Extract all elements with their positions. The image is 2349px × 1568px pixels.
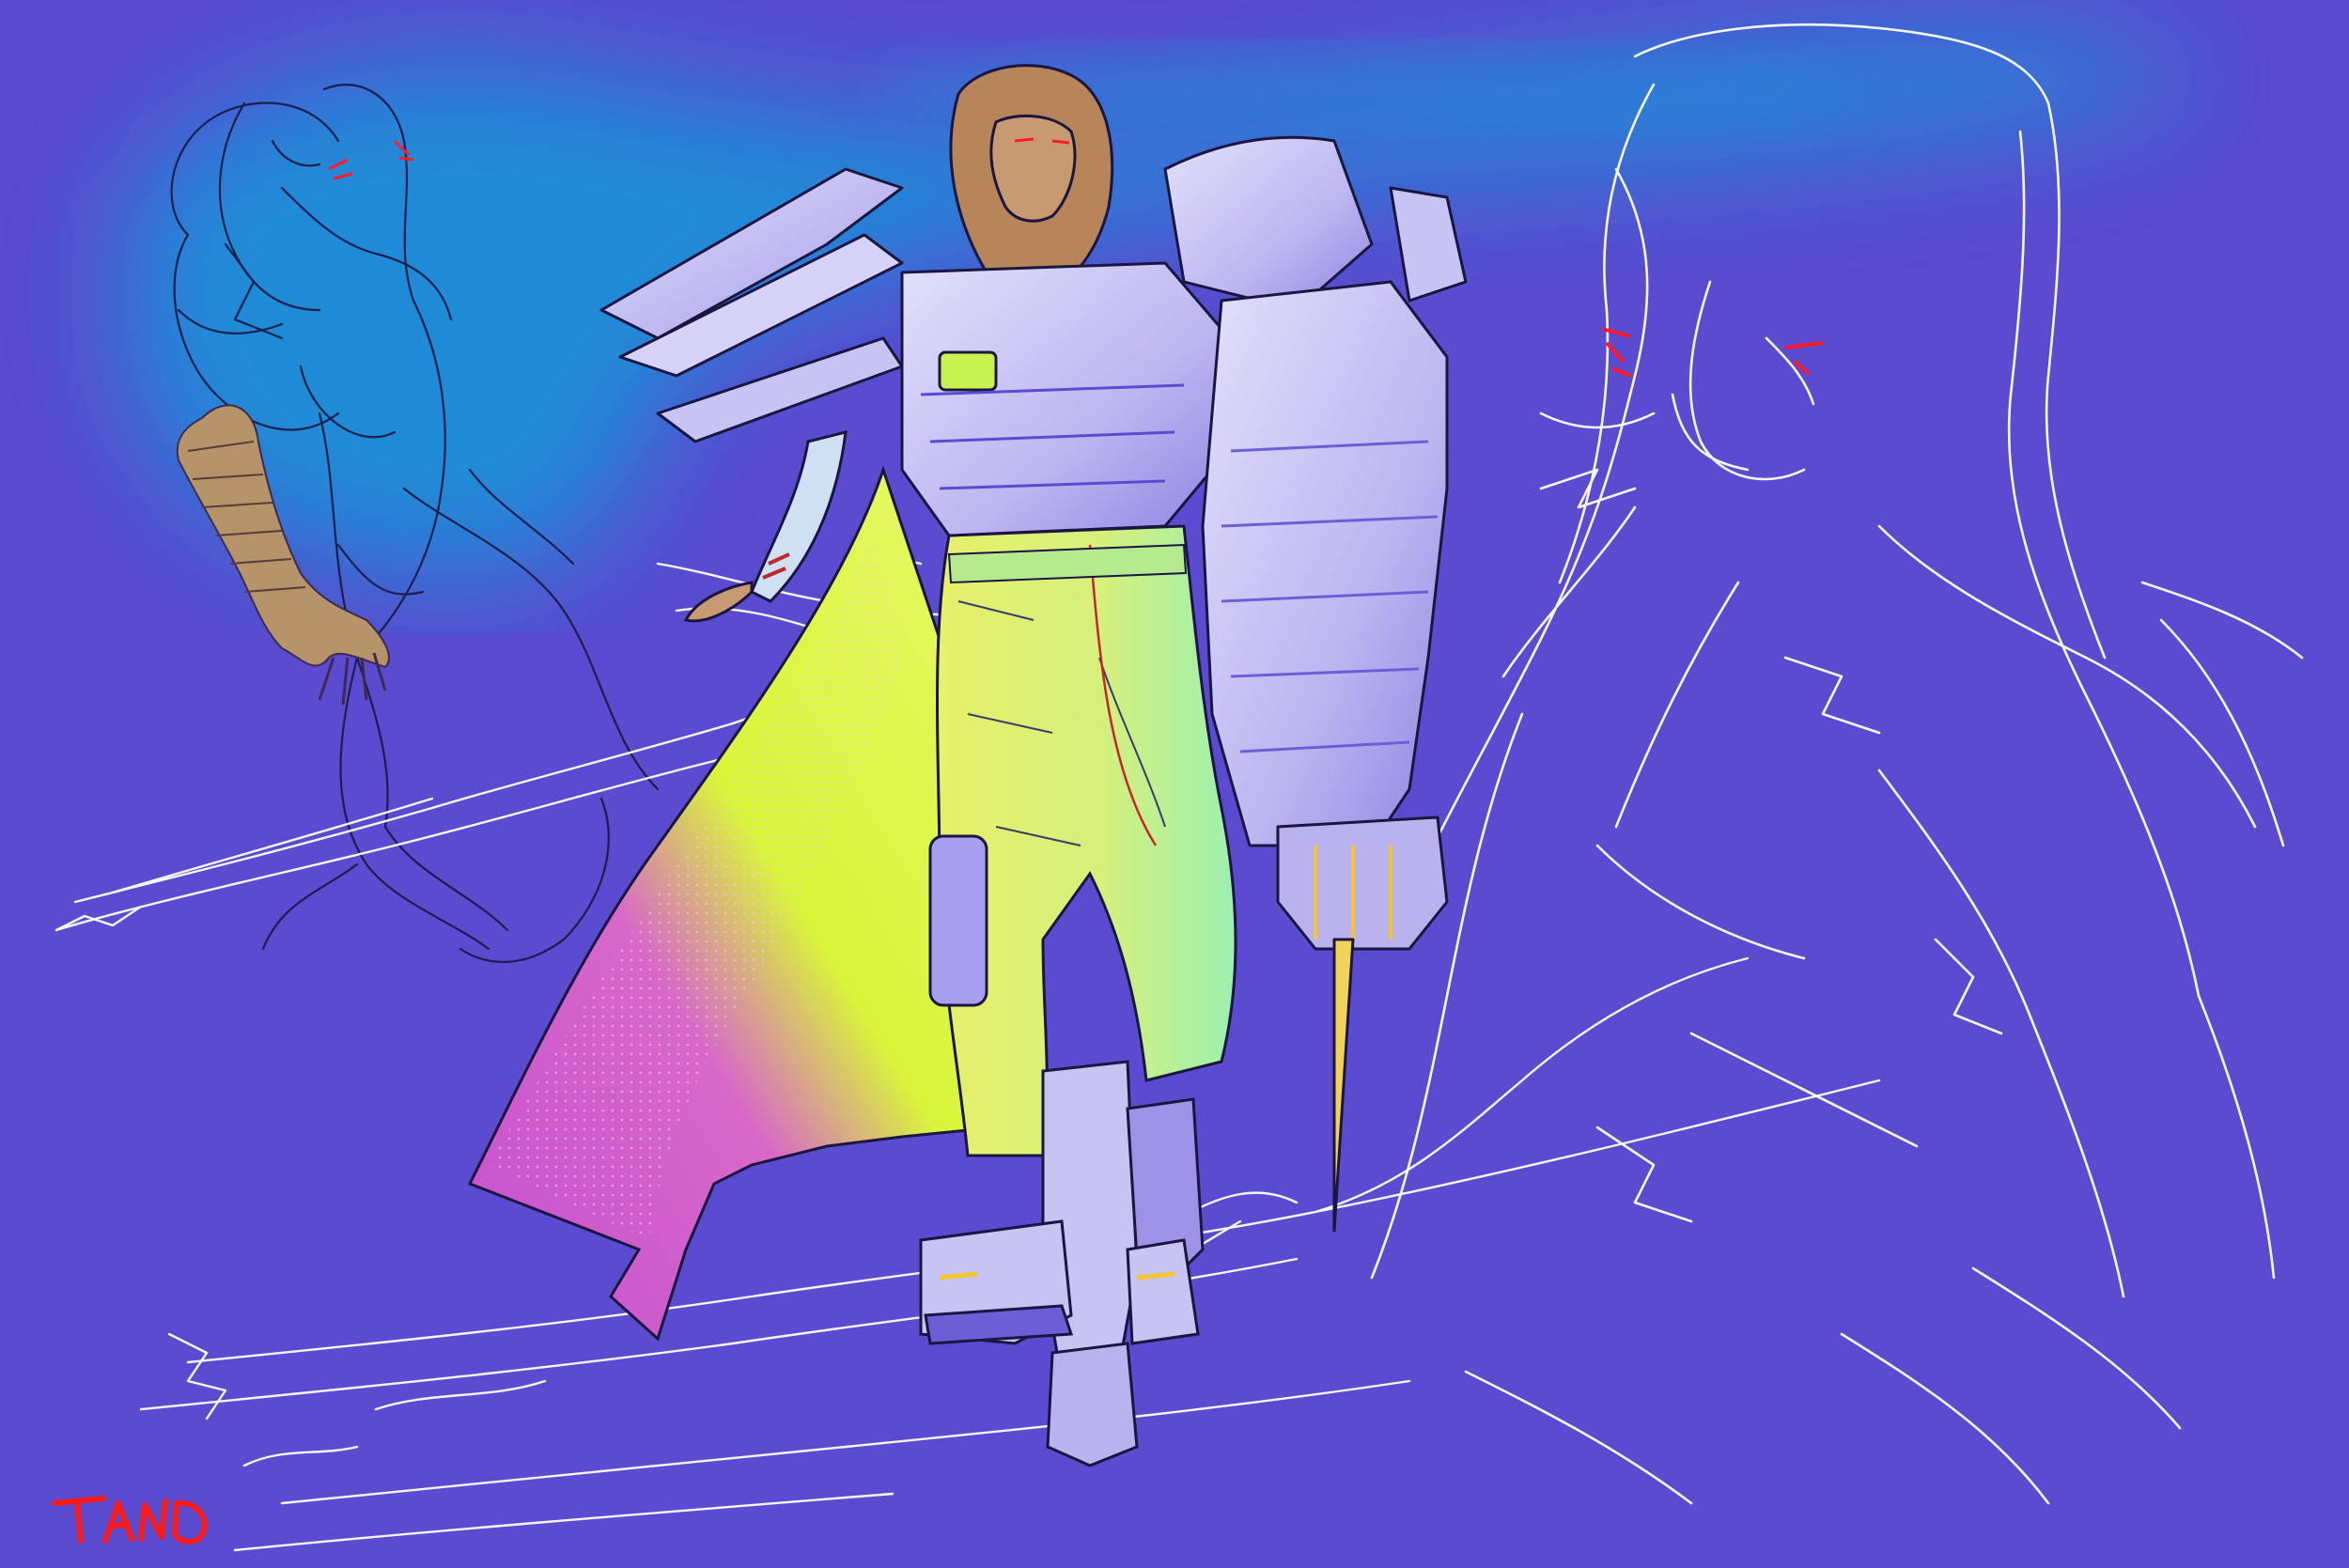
- character-head: [949, 64, 1114, 284]
- artwork: [0, 0, 2349, 1568]
- artwork-canvas: [0, 0, 2349, 1568]
